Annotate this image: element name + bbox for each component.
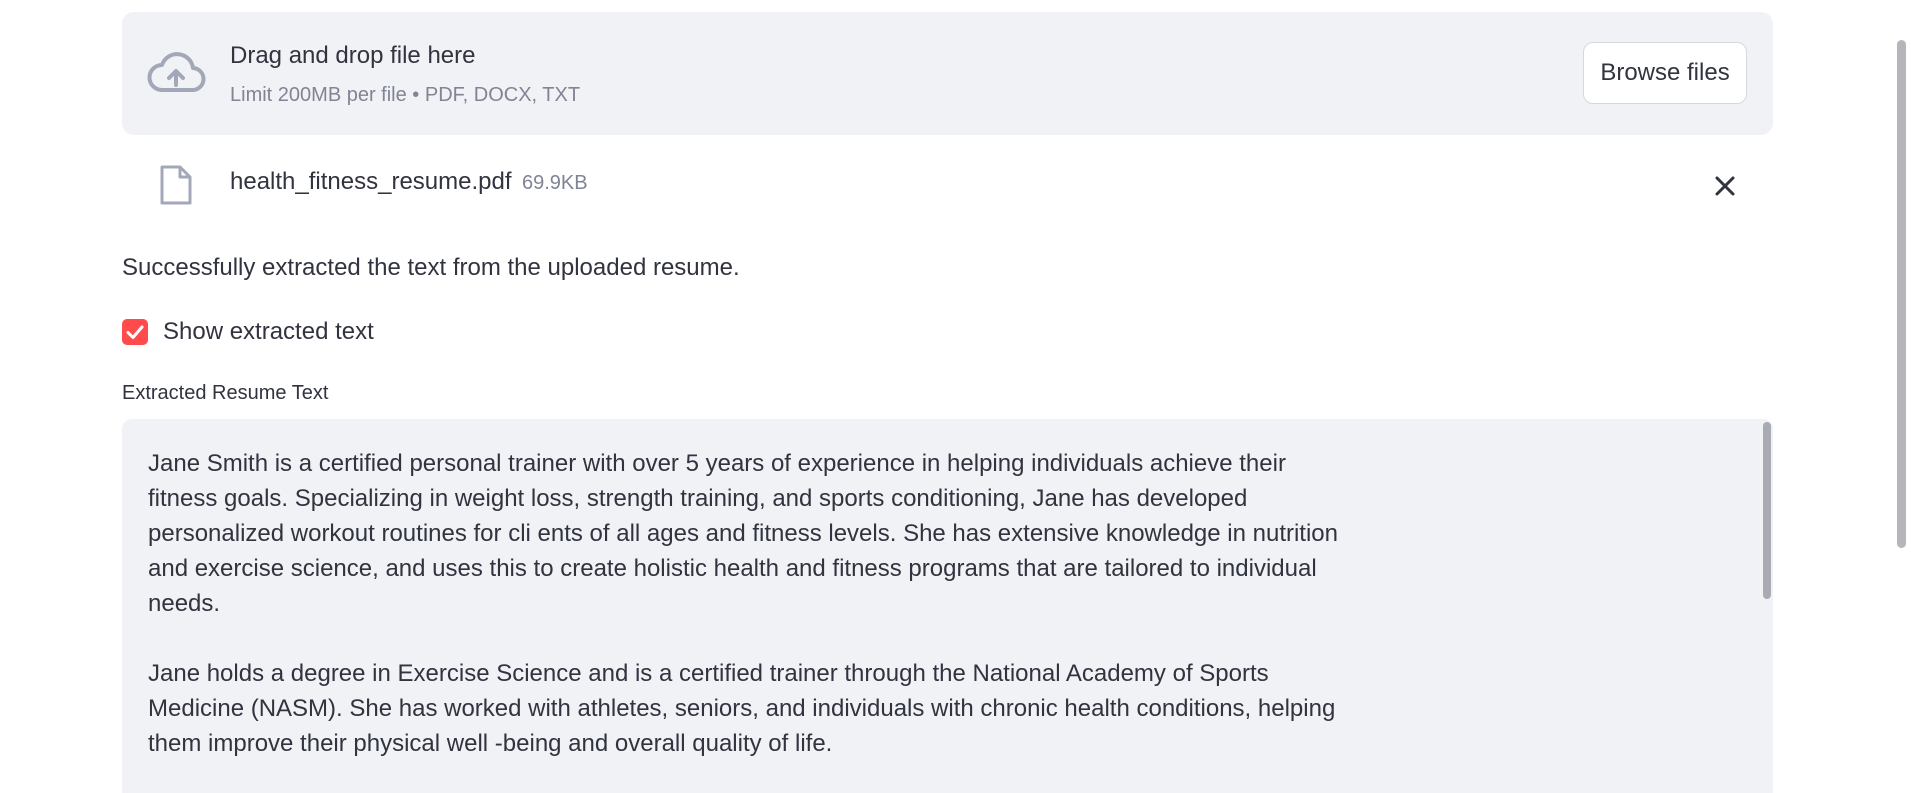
- file-icon: [160, 165, 192, 205]
- extracted-text-content[interactable]: Jane Smith is a certified personal train…: [148, 446, 1358, 793]
- browse-files-button[interactable]: Browse files: [1583, 42, 1747, 104]
- checkbox-checked[interactable]: [122, 319, 148, 345]
- show-extracted-text-checkbox[interactable]: Show extracted text: [122, 316, 374, 348]
- textarea-label: Extracted Resume Text: [122, 382, 329, 404]
- extraction-status-message: Successfully extracted the text from the…: [122, 254, 740, 281]
- page-scrollbar[interactable]: [1897, 40, 1906, 548]
- dropzone-title: Drag and drop file here: [230, 42, 476, 69]
- uploaded-file-row: health_fitness_resume.pdf 69.9KB: [122, 150, 1773, 220]
- dropzone-limits: Limit 200MB per file • PDF, DOCX, TXT: [230, 84, 581, 106]
- text-paragraph: Jane holds a degree in Exercise Science …: [148, 660, 1336, 757]
- file-size: 69.9KB: [522, 172, 588, 194]
- file-dropzone[interactable]: Drag and drop file here Limit 200MB per …: [122, 12, 1773, 135]
- checkbox-label: Show extracted text: [163, 318, 374, 345]
- checkmark-icon: [126, 325, 144, 339]
- page: Drag and drop file here Limit 200MB per …: [0, 0, 1911, 793]
- close-icon[interactable]: [1707, 168, 1743, 204]
- textarea-scrollbar[interactable]: [1763, 422, 1771, 599]
- file-name: health_fitness_resume.pdf: [230, 168, 512, 195]
- text-paragraph: Jane Smith is a certified personal train…: [148, 450, 1339, 617]
- extracted-text-area[interactable]: Jane Smith is a certified personal train…: [122, 419, 1773, 793]
- cloud-upload-icon: [147, 52, 206, 92]
